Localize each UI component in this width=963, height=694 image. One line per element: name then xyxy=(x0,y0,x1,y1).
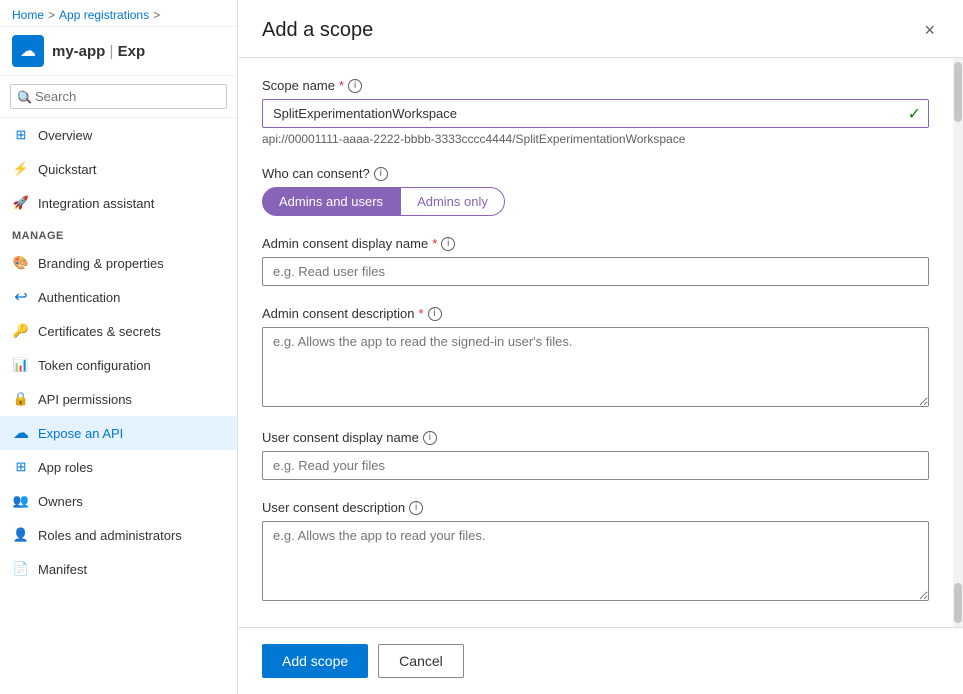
certs-icon xyxy=(12,322,30,340)
checkmark-icon: ✓ xyxy=(908,104,921,124)
panel-title: Add a scope xyxy=(262,19,373,42)
sidebar-item-overview-label: Overview xyxy=(38,128,92,143)
panel-header: Add a scope × xyxy=(238,0,963,58)
scrollbar-thumb-bottom xyxy=(954,583,962,623)
consent-info-icon[interactable]: i xyxy=(374,167,388,181)
auth-icon xyxy=(12,288,30,306)
required-marker-3: * xyxy=(418,306,423,321)
consent-group: Who can consent? i Admins and users Admi… xyxy=(262,166,929,216)
scrollbar-thumb-top xyxy=(954,62,962,122)
nav-section: Overview Quickstart Integration assistan… xyxy=(0,118,237,694)
sidebar-item-certificates[interactable]: Certificates & secrets xyxy=(0,314,237,348)
quickstart-icon xyxy=(12,160,30,178)
required-marker-2: * xyxy=(432,236,437,251)
app-name: my-app | Exp xyxy=(52,43,145,60)
scope-name-info-icon[interactable]: i xyxy=(348,79,362,93)
sidebar-item-api-permissions[interactable]: API permissions xyxy=(0,382,237,416)
branding-icon xyxy=(12,254,30,272)
breadcrumb-sep2: > xyxy=(153,8,160,22)
admin-consent-display-label: Admin consent display name * i xyxy=(262,236,929,251)
expose-icon xyxy=(12,424,30,442)
sidebar-item-quickstart[interactable]: Quickstart xyxy=(0,152,237,186)
user-consent-display-info-icon[interactable]: i xyxy=(423,431,437,445)
sidebar-item-overview[interactable]: Overview xyxy=(0,118,237,152)
sidebar-item-integration-label: Integration assistant xyxy=(38,196,154,211)
admin-consent-desc-info-icon[interactable]: i xyxy=(428,307,442,321)
sidebar-item-quickstart-label: Quickstart xyxy=(38,162,97,177)
token-icon xyxy=(12,356,30,374)
admin-consent-display-input[interactable] xyxy=(262,257,929,286)
admin-consent-display-info-icon[interactable]: i xyxy=(441,237,455,251)
owners-icon xyxy=(12,492,30,510)
scope-name-group: Scope name * i ✓ api://00001111-aaaa-222… xyxy=(262,78,929,146)
scope-name-label: Scope name * i xyxy=(262,78,929,93)
scrollbar[interactable] xyxy=(953,58,963,627)
user-consent-display-label: User consent display name i xyxy=(262,430,929,445)
sidebar-item-manifest-label: Manifest xyxy=(38,562,87,577)
sidebar-item-approles-label: App roles xyxy=(38,460,93,475)
manage-section-label: Manage xyxy=(0,220,237,246)
api-icon xyxy=(12,390,30,408)
sidebar-item-owners[interactable]: Owners xyxy=(0,484,237,518)
user-consent-display-group: User consent display name i xyxy=(262,430,929,480)
add-scope-panel: Add a scope × Scope name * i ✓ api:// xyxy=(238,0,963,694)
app-icon: ☁ xyxy=(12,35,44,67)
sidebar: Home > App registrations > ☁ my-app | Ex… xyxy=(0,0,238,694)
consent-admins-users-button[interactable]: Admins and users xyxy=(262,187,400,216)
sidebar-item-integration[interactable]: Integration assistant xyxy=(0,186,237,220)
close-button[interactable]: × xyxy=(920,16,939,45)
user-consent-desc-group: User consent description i xyxy=(262,500,929,604)
manifest-icon xyxy=(12,560,30,578)
sidebar-item-roles-label: Roles and administrators xyxy=(38,528,182,543)
consent-label: Who can consent? i xyxy=(262,166,929,181)
sidebar-item-certs-label: Certificates & secrets xyxy=(38,324,161,339)
sidebar-item-roles-admins[interactable]: Roles and administrators xyxy=(0,518,237,552)
sidebar-item-authentication[interactable]: Authentication xyxy=(0,280,237,314)
integration-icon xyxy=(12,194,30,212)
user-consent-display-input[interactable] xyxy=(262,451,929,480)
sidebar-item-branding-label: Branding & properties xyxy=(38,256,164,271)
admin-consent-desc-label: Admin consent description * i xyxy=(262,306,929,321)
add-scope-button[interactable]: Add scope xyxy=(262,644,368,678)
api-url: api://00001111-aaaa-2222-bbbb-3333cccc44… xyxy=(262,132,929,146)
breadcrumb: Home > App registrations > xyxy=(0,0,237,27)
user-consent-desc-label: User consent description i xyxy=(262,500,929,515)
user-consent-desc-info-icon[interactable]: i xyxy=(409,501,423,515)
admin-consent-desc-textarea[interactable] xyxy=(262,327,929,407)
user-consent-desc-textarea[interactable] xyxy=(262,521,929,601)
cancel-button[interactable]: Cancel xyxy=(378,644,464,678)
breadcrumb-home[interactable]: Home xyxy=(12,8,44,22)
required-marker: * xyxy=(339,78,344,93)
search-input[interactable] xyxy=(10,84,227,109)
app-header: ☁ my-app | Exp xyxy=(0,27,237,76)
approles-icon xyxy=(12,458,30,476)
sidebar-item-expose-label: Expose an API xyxy=(38,426,123,441)
panel-footer: Add scope Cancel xyxy=(238,627,963,694)
admin-consent-desc-group: Admin consent description * i xyxy=(262,306,929,410)
sidebar-item-manifest[interactable]: Manifest xyxy=(0,552,237,586)
roles-icon xyxy=(12,526,30,544)
sidebar-item-auth-label: Authentication xyxy=(38,290,120,305)
search-icon: 🔍 xyxy=(17,90,32,104)
sidebar-item-owners-label: Owners xyxy=(38,494,83,509)
sidebar-item-api-label: API permissions xyxy=(38,392,132,407)
sidebar-item-token-label: Token configuration xyxy=(38,358,151,373)
sidebar-item-app-roles[interactable]: App roles xyxy=(0,450,237,484)
breadcrumb-app-registrations[interactable]: App registrations xyxy=(59,8,149,22)
sidebar-item-expose-api[interactable]: Expose an API xyxy=(0,416,237,450)
consent-toggle: Admins and users Admins only xyxy=(262,187,929,216)
panel-body: Scope name * i ✓ api://00001111-aaaa-222… xyxy=(238,58,953,627)
main-content: Add a scope × Scope name * i ✓ api:// xyxy=(238,0,963,694)
breadcrumb-sep1: > xyxy=(48,8,55,22)
admin-consent-display-group: Admin consent display name * i xyxy=(262,236,929,286)
search-box: 🔍 xyxy=(0,76,237,118)
consent-admins-only-button[interactable]: Admins only xyxy=(400,187,505,216)
sidebar-item-token[interactable]: Token configuration xyxy=(0,348,237,382)
sidebar-item-branding[interactable]: Branding & properties xyxy=(0,246,237,280)
scope-name-input[interactable] xyxy=(262,99,929,128)
overview-icon xyxy=(12,126,30,144)
